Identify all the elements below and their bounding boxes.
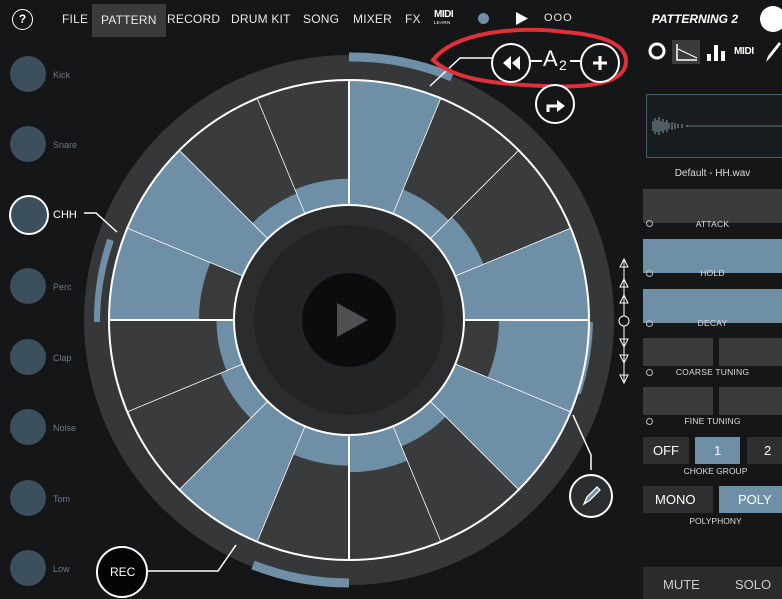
- choke-2-button[interactable]: 2: [747, 437, 782, 464]
- transport-link: [530, 60, 542, 62]
- edit-pencil-icon[interactable]: [764, 40, 782, 64]
- choke-1-button[interactable]: 1: [695, 437, 740, 464]
- pattern-add-button[interactable]: [580, 43, 620, 83]
- mute-solo-bar: MUTE SOLO: [643, 567, 782, 599]
- choke-off-button[interactable]: OFF: [643, 437, 689, 464]
- mono-button[interactable]: MONO: [643, 486, 713, 513]
- draw-mode-button[interactable]: [569, 474, 613, 518]
- sample-filename: Default - HH.wav: [674, 168, 751, 179]
- coarse-tuning-label: COARSE TUNING: [675, 367, 750, 377]
- attack-slider[interactable]: [643, 189, 782, 223]
- hold-label: HOLD: [700, 268, 725, 278]
- poly-label: POLY: [738, 492, 772, 507]
- fine-tuning-up[interactable]: [719, 387, 782, 415]
- circle-view-icon[interactable]: [647, 41, 667, 61]
- mute-button[interactable]: MUTE: [663, 577, 700, 592]
- pencil-icon: [582, 486, 601, 506]
- coarse-tuning-down[interactable]: [643, 338, 713, 366]
- coarse-tuning-up[interactable]: [719, 338, 782, 366]
- waveform-icon: [676, 44, 698, 61]
- mixer-bars-icon[interactable]: [706, 42, 728, 62]
- redo-arrow-icon: [546, 100, 565, 112]
- poly-button[interactable]: POLY: [719, 486, 782, 513]
- pattern-next-button[interactable]: [535, 84, 575, 124]
- choke-2-label: 2: [764, 443, 772, 458]
- pattern-previous-button[interactable]: [491, 43, 531, 83]
- pattern-name-number: 2: [559, 57, 567, 73]
- choke-1-label: 1: [714, 443, 722, 458]
- pattern-name-letter: A: [543, 46, 558, 71]
- tab-midi[interactable]: MIDI: [734, 46, 754, 57]
- fine-tuning-label: FINE TUNING: [684, 416, 741, 426]
- attack-label: ATTACK: [695, 219, 730, 229]
- plus-icon: [593, 56, 607, 70]
- sample-waveform[interactable]: [646, 94, 782, 158]
- rec-button[interactable]: REC: [96, 546, 148, 598]
- fine-tuning-down[interactable]: [643, 387, 713, 415]
- polyphony-label: POLYPHONY: [689, 516, 742, 526]
- mono-label: MONO: [655, 492, 696, 507]
- choke-group-label: CHOKE GROUP: [683, 466, 748, 476]
- velocity-lane-arrows[interactable]: [612, 253, 636, 389]
- choke-off-label: OFF: [653, 443, 679, 458]
- rewind-icon: [503, 56, 520, 70]
- waveform-graphic: [652, 117, 782, 135]
- rec-label: REC: [110, 565, 136, 579]
- solo-button[interactable]: SOLO: [735, 577, 771, 592]
- transport-link-2: [570, 60, 580, 62]
- decay-label: DECAY: [697, 318, 728, 328]
- tab-sample[interactable]: [672, 40, 700, 64]
